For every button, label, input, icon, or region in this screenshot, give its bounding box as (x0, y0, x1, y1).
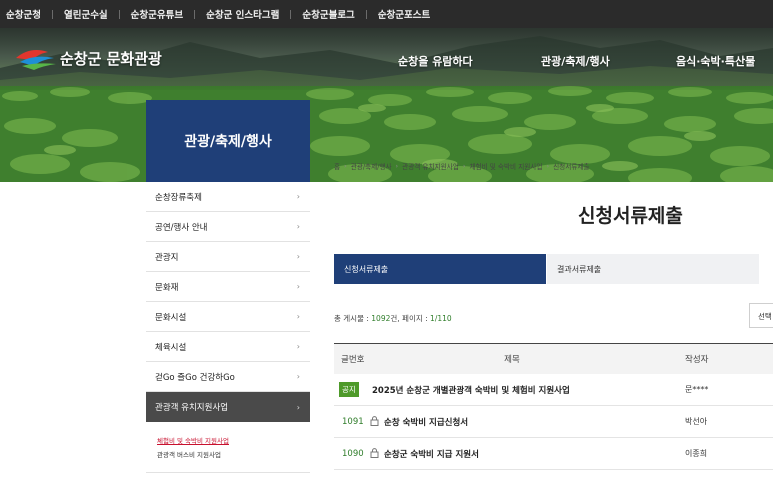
divider (51, 9, 53, 19)
sidebar-item-label: 체육시설 (155, 342, 187, 353)
sidebar-item-events[interactable]: 공연/행사 안내 › (146, 212, 310, 242)
logo-emblem-icon (16, 50, 56, 70)
breadcrumb: 홈 › 관광/축제/행사 › 관광객 유치지원사업 › 체험비 및 숙박비 지원… (334, 161, 590, 171)
column-header-title: 제목 (504, 355, 520, 365)
count-total: 1092 (371, 314, 391, 323)
sidebar-item-festival[interactable]: 순창장류축제 › (146, 182, 310, 212)
link-youtube[interactable]: 순창군유튜브 (131, 7, 183, 21)
divider (194, 9, 196, 19)
cell-no: 공지 (334, 382, 372, 397)
sidebar-item-label: 관광지 (155, 252, 179, 263)
sidebar-item-tourist-support[interactable]: 관광객 유치지원사업 › (146, 392, 310, 422)
nav-item-explore[interactable]: 순창을 유람하다 (398, 53, 473, 69)
cell-no: 1090 (342, 448, 364, 459)
cell-author: 문**** (685, 385, 709, 394)
link-gun-office[interactable]: 순창군청 (6, 7, 41, 21)
cell-title: 2025년 순창군 개별관광객 숙박비 및 체험비 지원사업 (372, 384, 677, 396)
sidebar-item-label: 문화재 (155, 282, 179, 293)
post-title-link[interactable]: 2025년 순창군 개별관광객 숙박비 및 체험비 지원사업 (372, 386, 570, 396)
chevron-right-icon: › (546, 162, 550, 170)
divider (290, 9, 292, 19)
table-row[interactable]: 공지 2025년 순창군 개별관광객 숙박비 및 체험비 지원사업 문**** (334, 374, 773, 406)
cell-title: 순창군 숙박비 지급 지원서 (370, 447, 677, 460)
chevron-right-icon: › (296, 372, 300, 381)
section-title: 관광/축제/행사 (146, 100, 310, 182)
chevron-right-icon: › (296, 312, 300, 321)
logo-text: 순창군 문화관광 (60, 49, 162, 68)
lock-icon (370, 415, 379, 426)
page-title: 신청서류제출 (578, 205, 683, 227)
column-header-author: 작성자 (685, 355, 709, 365)
sidebar-item-label: 순창장류축제 (155, 192, 202, 203)
divider (118, 9, 120, 19)
link-mayor-office[interactable]: 열린군수실 (64, 7, 108, 21)
sidebar-item-culture-facilities[interactable]: 문화시설 › (146, 302, 310, 332)
count-prefix: 총 게시물 : (334, 314, 372, 323)
submenu-item-experience-lodging[interactable]: 체험비 및 숙박비 지원사업 (157, 434, 300, 448)
sidebar-submenu: 체험비 및 숙박비 지원사업 관광객 버스비 지원사업 (146, 422, 310, 473)
site-logo[interactable]: 순창군 문화관광 (14, 44, 162, 72)
breadcrumb-current: 신청서류제출 (553, 163, 590, 171)
tab-application-docs[interactable]: 신청서류제출 (334, 254, 546, 284)
divider (365, 9, 367, 19)
count-page: 1/110 (430, 314, 452, 323)
post-title-link[interactable]: 순창군 숙박비 지급 지원서 (384, 450, 479, 460)
chevron-right-icon: › (296, 192, 300, 201)
cell-author: 박선아 (685, 417, 708, 426)
link-post[interactable]: 순창군포스트 (378, 7, 430, 21)
sidebar-item-label: 문화시설 (155, 312, 187, 323)
table-row[interactable]: 1090 순창군 숙박비 지급 지원서 이종희 (334, 438, 773, 470)
chevron-right-icon: › (296, 222, 300, 231)
sidebar-item-attractions[interactable]: 관광지 › (146, 242, 310, 272)
chevron-right-icon: › (296, 402, 300, 412)
breadcrumb-home[interactable]: 홈 (334, 161, 340, 171)
chevron-right-icon: › (296, 252, 300, 261)
sidebar-menu: 순창장류축제 › 공연/행사 안내 › 관광지 › 문화재 › 문화시설 › 체육시설 › … (146, 182, 310, 473)
chevron-right-icon: › (344, 162, 347, 170)
column-header-no: 글번호 (341, 355, 365, 365)
sidebar-item-walking[interactable]: 걷Go 즐Go 건강하Go › (146, 362, 310, 392)
breadcrumb-item[interactable]: 관광객 유치지원사업 (402, 161, 459, 171)
breadcrumb-item[interactable]: 체험비 및 숙박비 지원사업 (469, 161, 542, 171)
breadcrumb-item[interactable]: 관광/축제/행사 (351, 161, 392, 171)
tab-result-docs[interactable]: 결과서류제출 (547, 254, 759, 284)
search-type-select[interactable]: 선택 (749, 303, 773, 328)
link-blog[interactable]: 순창군블로그 (302, 7, 354, 21)
table-row[interactable]: 1091 순창 숙박비 지급신청서 박선아 (334, 406, 773, 438)
link-instagram[interactable]: 순창군 인스타그램 (206, 7, 279, 21)
lock-icon (370, 447, 379, 458)
sidebar-item-heritage[interactable]: 문화재 › (146, 272, 310, 302)
post-count: 총 게시물 : 1092건, 페이지 : 1/110 (334, 313, 452, 324)
nav-item-food[interactable]: 음식·숙박·특산물 (676, 53, 755, 69)
chevron-right-icon: › (296, 282, 300, 291)
top-utility-bar: 순창군청 열린군수실 순창군유튜브 순창군 인스타그램 순창군블로그 순창군포스… (0, 0, 773, 28)
tab-bar: 신청서류제출 결과서류제출 (334, 254, 759, 284)
board-table: 글번호 제목 작성자 공지 2025년 순창군 개별관광객 숙박비 및 체험비 … (334, 343, 773, 470)
submenu-item-bus-support[interactable]: 관광객 버스비 지원사업 (157, 448, 300, 462)
chevron-right-icon: › (296, 342, 300, 351)
cell-title: 순창 숙박비 지급신청서 (370, 415, 677, 428)
nav-item-tourism[interactable]: 관광/축제/행사 (541, 53, 610, 69)
post-title-link[interactable]: 순창 숙박비 지급신청서 (384, 418, 468, 428)
sidebar-item-sports-facilities[interactable]: 체육시설 › (146, 332, 310, 362)
notice-badge: 공지 (339, 382, 359, 397)
cell-no: 1091 (342, 416, 364, 427)
sidebar-item-label: 관광객 유치지원사업 (155, 403, 229, 413)
cell-author: 이종희 (685, 449, 708, 458)
table-header: 글번호 제목 작성자 (334, 343, 773, 374)
sidebar-item-label: 공연/행사 안내 (155, 222, 208, 233)
sidebar-item-label: 걷Go 즐Go 건강하Go (155, 372, 235, 383)
chevron-right-icon: › (395, 162, 399, 170)
chevron-right-icon: › (462, 162, 466, 170)
count-mid: 건, 페이지 : (390, 314, 431, 323)
